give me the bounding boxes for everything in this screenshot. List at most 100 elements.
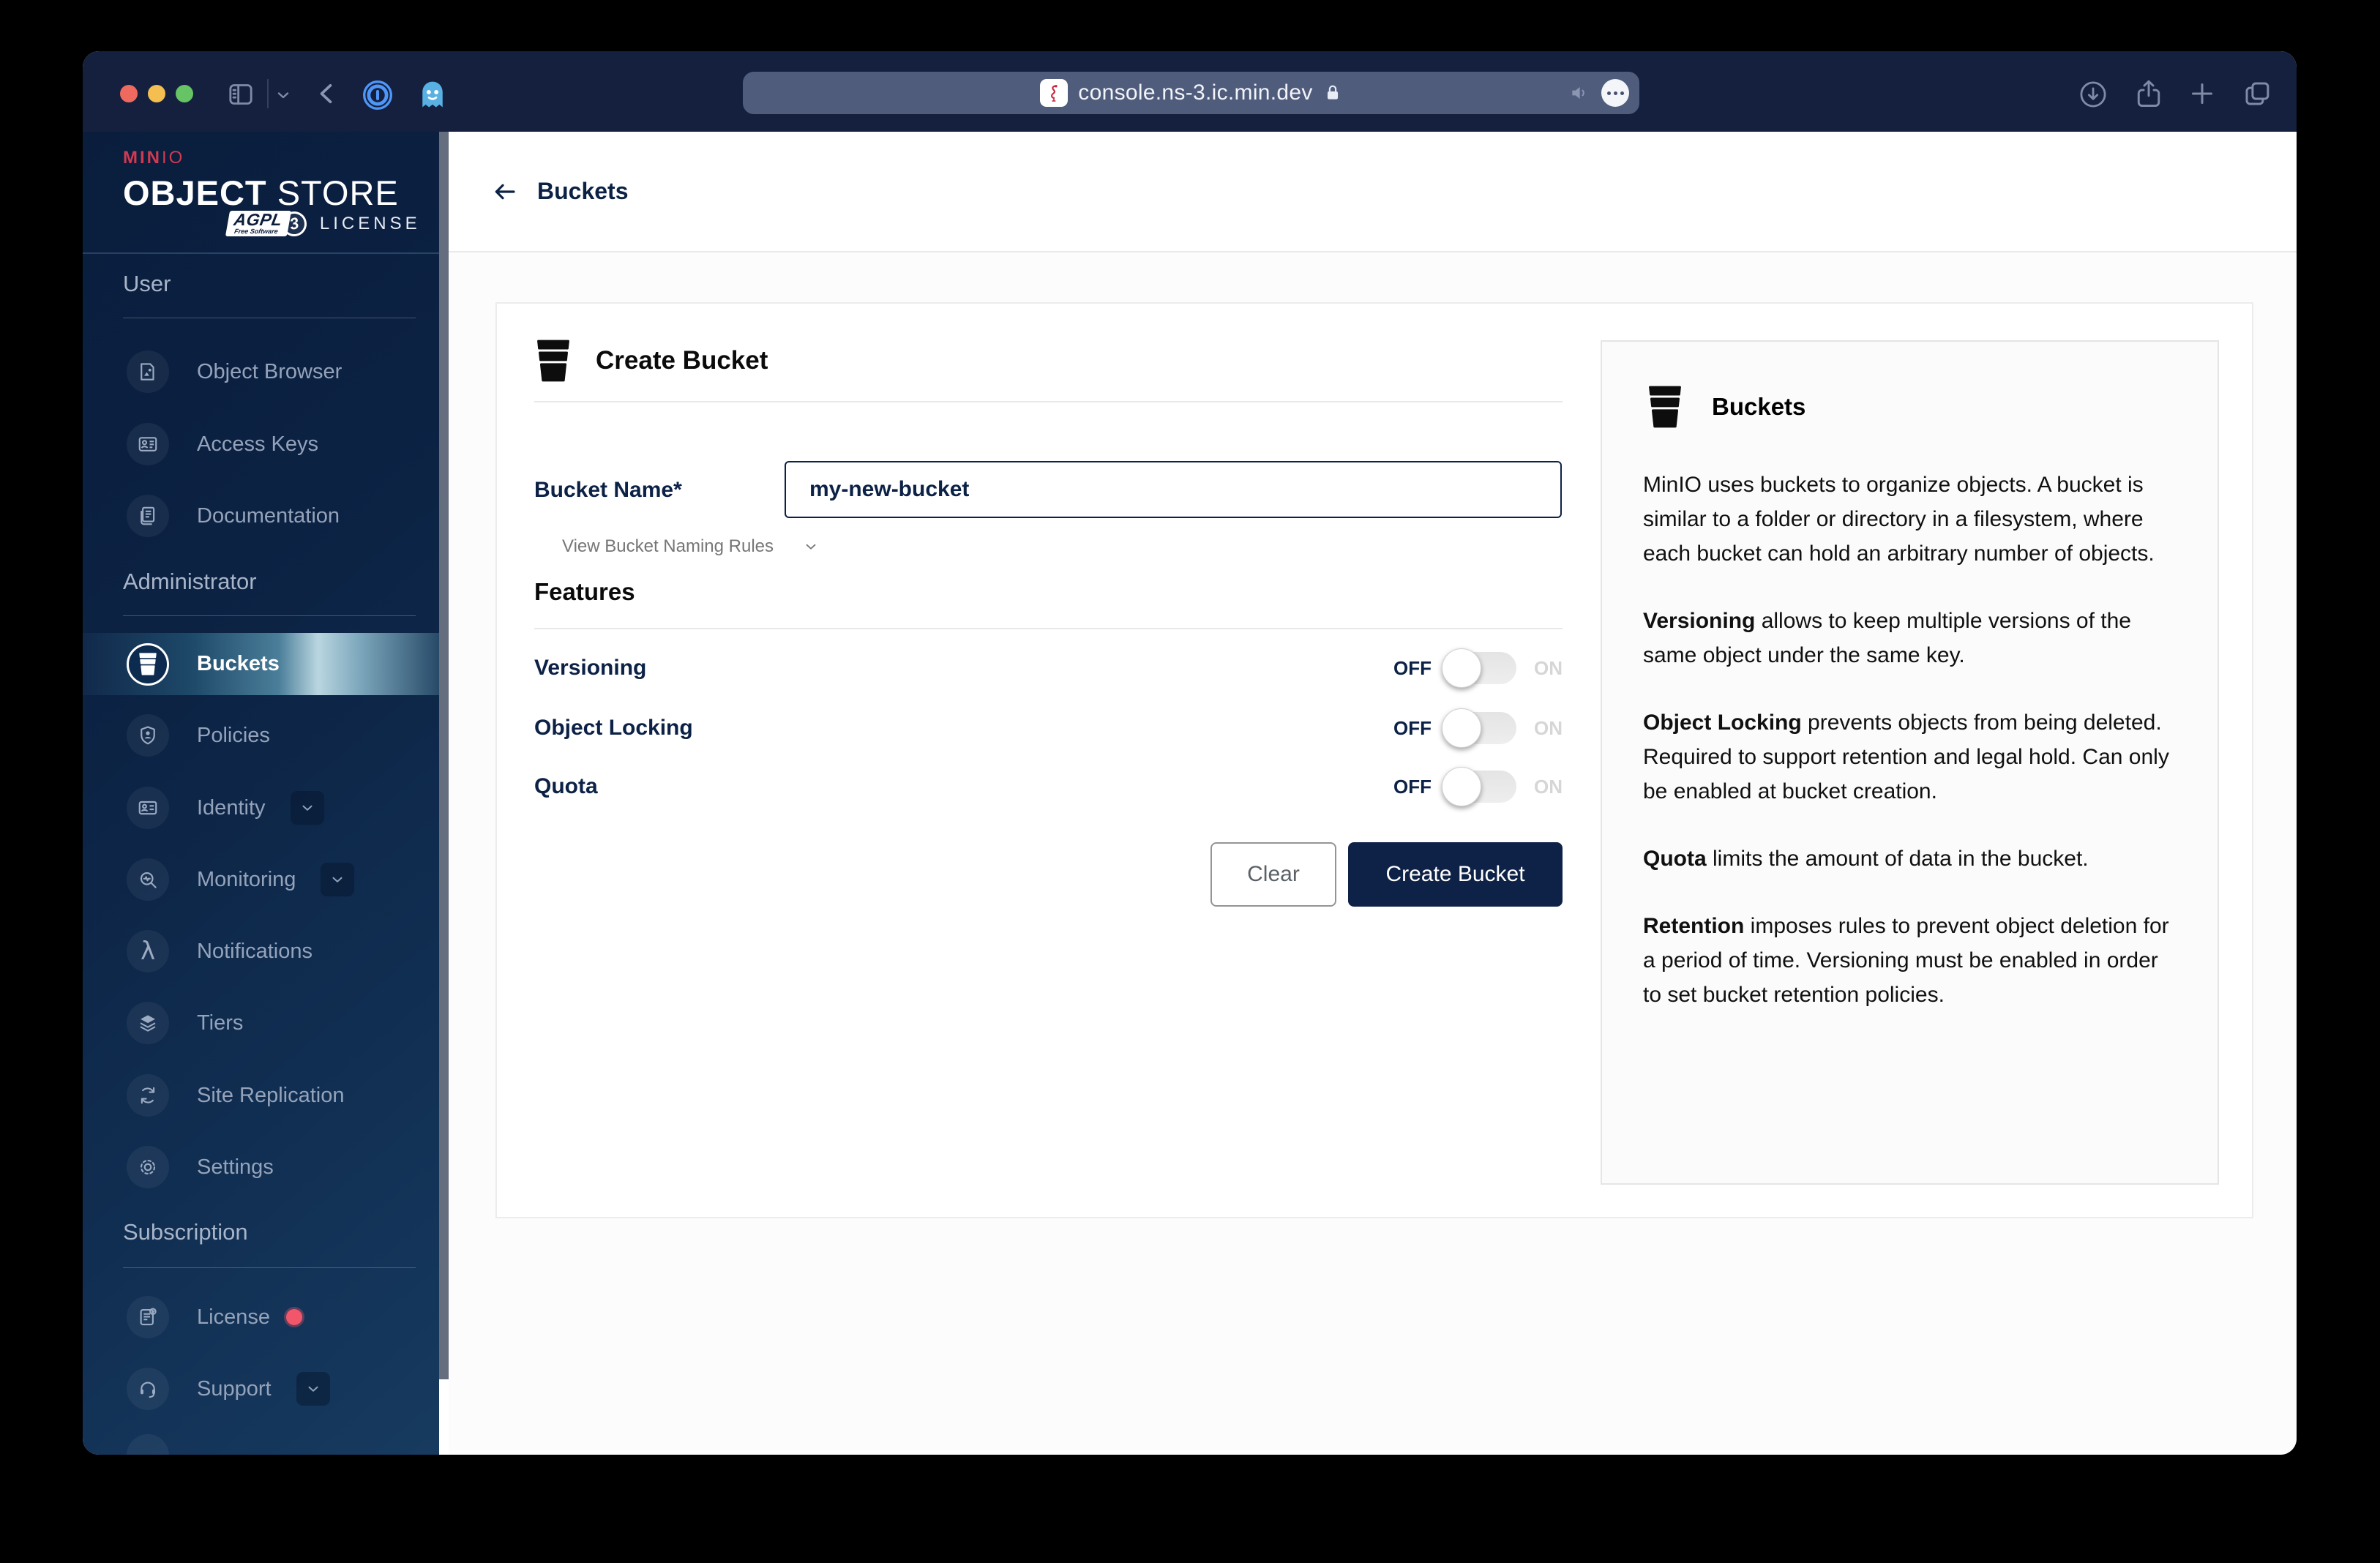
support-headset-icon	[127, 1368, 169, 1410]
info-panel-title: Buckets	[1712, 393, 1806, 420]
object-locking-toggle[interactable]	[1442, 708, 1516, 748]
notifications-lambda-icon: λ	[127, 930, 169, 972]
form-buttons-row: Clear Create Bucket	[534, 842, 1563, 907]
close-window-button[interactable]	[120, 85, 138, 102]
info-paragraph: Object Locking prevents objects from bei…	[1643, 711, 2169, 803]
sidebar-item-access-keys[interactable]: Access Keys	[83, 408, 439, 480]
section-divider	[123, 1267, 416, 1268]
info-paragraph: Quota limits the amount of data in the b…	[1643, 847, 2089, 871]
create-bucket-card: Create Bucket Bucket Name* View Bucket N…	[495, 302, 2253, 1218]
bucket-icon	[1649, 386, 1681, 428]
sidebar-scrollbar-track[interactable]	[439, 132, 449, 1455]
sidebar-item-tiers[interactable]: Tiers	[83, 987, 439, 1059]
sidebar-item-documentation[interactable]: Documentation	[83, 480, 439, 552]
buckets-icon	[127, 642, 169, 686]
versioning-label: Versioning	[534, 656, 647, 680]
sidebar-item-license[interactable]: License	[83, 1281, 439, 1353]
sidebar-item-object-browser[interactable]: Object Browser	[83, 336, 439, 408]
page-settings-ellipsis-icon[interactable]	[1601, 79, 1629, 107]
address-bar[interactable]: console.ns-3.ic.min.dev	[743, 72, 1639, 114]
divider	[534, 401, 1563, 402]
site-replication-icon	[127, 1074, 169, 1117]
documentation-icon	[127, 495, 169, 537]
license-alert-badge	[285, 1309, 302, 1325]
monitoring-expand-chevron-icon[interactable]	[321, 863, 355, 896]
section-label-administrator: Administrator	[123, 569, 257, 594]
license-word: LICENSE	[319, 213, 421, 233]
back-arrow-icon[interactable]	[492, 179, 518, 205]
info-paragraph: MinIO uses buckets to organize objects. …	[1643, 473, 2155, 566]
features-heading: Features	[534, 578, 635, 605]
section-divider	[123, 615, 416, 616]
naming-rules-chevron-icon	[806, 544, 816, 550]
sidebar-toggle-icon[interactable]	[226, 80, 255, 109]
main-content: Buckets Create Bucket Bucket Name* View …	[449, 132, 2297, 1455]
ghostery-extension-icon[interactable]	[416, 79, 449, 111]
object-locking-row: Object Locking OFF ON	[534, 705, 1563, 751]
sidebar-item-site-replication[interactable]: Site Replication	[83, 1060, 439, 1131]
settings-gear-icon	[127, 1146, 169, 1188]
mute-speaker-icon[interactable]	[1569, 82, 1591, 104]
bucket-icon	[537, 340, 569, 382]
card-title: Create Bucket	[596, 346, 768, 375]
quota-toggle[interactable]	[1442, 767, 1516, 806]
tab-overview-icon[interactable]	[2242, 78, 2272, 109]
card-title-row: Create Bucket	[534, 340, 768, 382]
object-locking-label: Object Locking	[534, 716, 693, 740]
versioning-row: Versioning OFF ON	[534, 645, 1563, 691]
tiers-layers-icon	[127, 1002, 169, 1044]
sidebar: MINIO OBJECT STORE AGPL Free Software 3 …	[83, 132, 439, 1455]
create-bucket-button[interactable]: Create Bucket	[1348, 842, 1563, 907]
browser-window: console.ns-3.ic.min.dev MINIO OBJECT STO…	[83, 51, 2297, 1455]
license-doc-icon	[127, 1296, 169, 1338]
view-naming-rules-toggle[interactable]: View Bucket Naming Rules	[562, 536, 819, 557]
divider	[534, 628, 1563, 629]
object-browser-icon	[127, 351, 169, 393]
onepassword-extension-icon[interactable]	[362, 79, 394, 111]
sidebar-item-support[interactable]: Support	[83, 1353, 439, 1425]
sidebar-item-monitoring[interactable]: Monitoring	[83, 844, 439, 915]
section-label-subscription: Subscription	[123, 1219, 248, 1245]
app-logo: MINIO OBJECT STORE	[123, 148, 399, 213]
minimize-window-button[interactable]	[148, 85, 165, 102]
bucket-name-label: Bucket Name*	[534, 478, 682, 502]
license-badge-row: AGPL Free Software 3 LICENSE	[225, 209, 421, 239]
flamingo-favicon-icon	[1051, 85, 1058, 102]
identity-expand-chevron-icon[interactable]	[290, 791, 324, 825]
lock-icon	[1323, 83, 1342, 103]
sidebar-menu-chevron-icon[interactable]	[274, 86, 292, 104]
sidebar-item-notifications[interactable]: λ Notifications	[83, 915, 439, 987]
bucket-name-input[interactable]	[785, 461, 1562, 518]
minio-wordmark: MINIO	[123, 148, 185, 168]
cutoff-item-icon	[127, 1434, 169, 1455]
share-icon[interactable]	[2133, 78, 2165, 110]
monitoring-icon	[127, 858, 169, 901]
sidebar-header-divider	[83, 252, 439, 254]
site-favicon	[1040, 79, 1069, 107]
info-panel-heading: Buckets	[1646, 386, 1805, 428]
toolbar-separator	[267, 79, 269, 108]
sidebar-item-policies[interactable]: Policies	[83, 700, 439, 771]
versioning-on-label: ON	[1534, 656, 1563, 679]
support-expand-chevron-icon[interactable]	[296, 1372, 330, 1406]
section-label-user: User	[123, 271, 171, 296]
page-header: Buckets	[449, 132, 2297, 252]
sidebar-item-settings[interactable]: Settings	[83, 1131, 439, 1203]
info-paragraph: Versioning allows to keep multiple versi…	[1643, 609, 2131, 667]
versioning-off-label: OFF	[1393, 656, 1432, 679]
zoom-window-button[interactable]	[176, 85, 193, 102]
info-paragraph: Retention imposes rules to prevent objec…	[1643, 914, 2169, 1007]
object-store-wordmark: OBJECT STORE	[123, 173, 399, 212]
sidebar-scrollbar-thumb[interactable]	[439, 132, 449, 1379]
versioning-toggle[interactable]	[1442, 648, 1516, 688]
sidebar-item-buckets[interactable]: Buckets	[83, 633, 439, 695]
new-tab-icon[interactable]	[2188, 79, 2217, 108]
sidebar-item-identity[interactable]: Identity	[83, 772, 439, 844]
clear-button[interactable]: Clear	[1210, 842, 1336, 907]
access-keys-icon	[127, 423, 169, 465]
downloads-icon[interactable]	[2078, 79, 2108, 110]
object-locking-off-label: OFF	[1393, 716, 1432, 739]
back-button[interactable]	[314, 80, 340, 107]
page-title[interactable]: Buckets	[537, 178, 629, 205]
info-panel-body: MinIO uses buckets to organize objects. …	[1643, 468, 2179, 1045]
